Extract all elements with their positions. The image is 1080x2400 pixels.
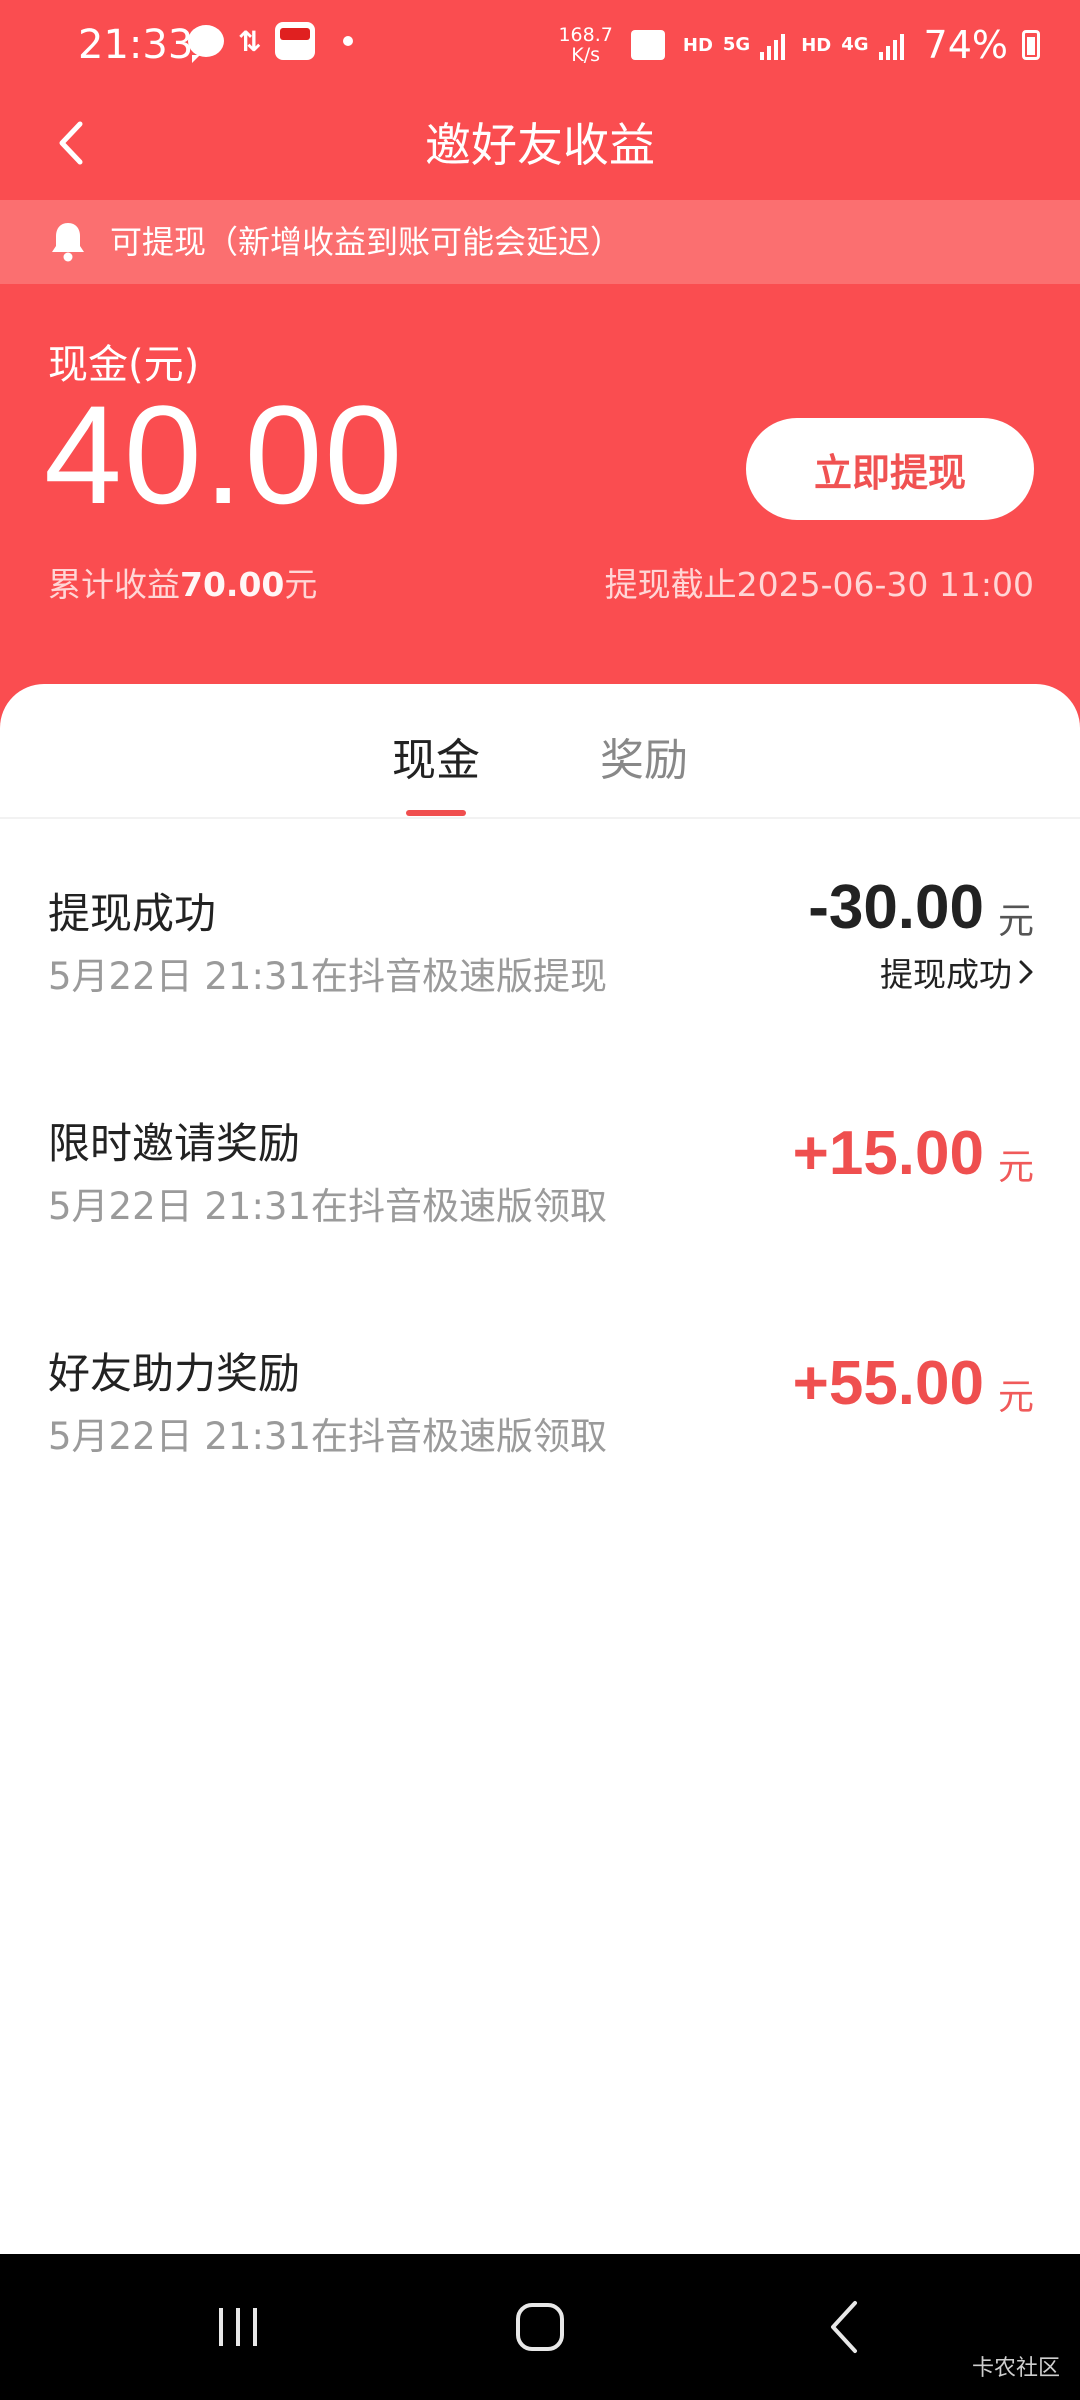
record-title: 限时邀请奖励 [48,1119,301,1168]
list-item[interactable]: 好友助力奖励 5月22日 21:31在抖音极速版领取 +55.00 元 [0,1340,1080,1540]
record-subtitle: 5月22日 21:31在抖音极速版领取 [48,1415,608,1458]
network-speed: 168.7 K/s [558,24,613,66]
more-notifications-dot-icon [343,36,354,46]
bell-icon [52,223,84,262]
home-button[interactable] [460,2254,620,2400]
balance-amount: 40.00 [44,376,405,533]
recent-apps-icon [219,2308,257,2346]
home-icon [516,2303,564,2351]
hd-voice-icon-2: HD [801,34,832,56]
payment-app-icon [275,22,316,60]
record-amount: -30.00 [808,873,984,942]
divider [0,817,1080,819]
nav-bar: 邀好友收益 [0,90,1080,200]
chevron-right-icon [1019,960,1033,984]
system-nav-bar: 卡农社区 [0,2254,1080,2400]
network-type-4g-icon: 4G [841,34,869,55]
notice-banner: 可提现（新增收益到账可能会延迟） [0,200,1080,284]
watermark: 卡农社区 [971,2356,1060,2381]
status-right-icons: 168.7 K/s HD 5G HD 4G 74% [558,18,1040,72]
list-item[interactable]: 提现成功 5月22日 21:31在抖音极速版提现 -30.00 元 提现成功 [0,873,1080,1080]
active-tab-indicator [406,810,466,816]
record-amount: +55.00 [792,1349,984,1418]
tab-bar: 现金 奖励 [0,684,1080,819]
cumulative-earnings: 累计收益70.00元 [48,565,318,604]
data-transfer-icon: ⇅ [238,24,262,58]
tab-cash[interactable]: 现金 [392,724,480,788]
sms-icon [630,30,665,60]
record-amount: +15.00 [792,1119,984,1188]
battery-percent: 74% [923,23,1008,67]
page-title: 邀好友收益 [425,118,655,172]
record-unit: 元 [997,901,1034,942]
signal-strength-icon-2 [878,30,904,60]
hd-voice-icon: HD [682,34,713,56]
record-unit: 元 [997,1147,1034,1188]
system-back-button[interactable] [764,2254,924,2400]
status-time: 21:33 [78,22,194,68]
chat-notification-icon [188,25,224,63]
notice-text: 可提现（新增收益到账可能会延迟） [110,223,623,261]
record-title: 好友助力奖励 [48,1349,301,1398]
record-unit: 元 [997,1377,1034,1418]
battery-icon [1022,30,1040,60]
tab-reward[interactable]: 奖励 [600,724,688,788]
record-subtitle: 5月22日 21:31在抖音极速版领取 [48,1185,608,1228]
signal-strength-icon [760,30,786,60]
list-item[interactable]: 限时邀请奖励 5月22日 21:31在抖音极速版领取 +15.00 元 [0,1110,1080,1310]
withdraw-button[interactable]: 立即提现 [746,418,1034,520]
cumulative-value: 70.00 [180,565,285,604]
status-bar: 21:33 ⇅ 168.7 K/s HD 5G HD 4G 74% [0,0,1080,90]
network-type-5g-icon: 5G [722,34,751,55]
back-arrow-icon [831,2301,857,2353]
record-subtitle: 5月22日 21:31在抖音极速版提现 [48,955,608,998]
records-panel: 现金 奖励 提现成功 5月22日 21:31在抖音极速版提现 -30.00 元 … [0,684,1080,2254]
withdraw-deadline: 提现截止2025-06-30 11:00 [604,565,1034,604]
record-status-link[interactable]: 提现成功 [880,948,1034,996]
record-title: 提现成功 [48,889,217,938]
recent-apps-button[interactable] [158,2254,318,2400]
notification-icons: ⇅ [188,22,354,63]
